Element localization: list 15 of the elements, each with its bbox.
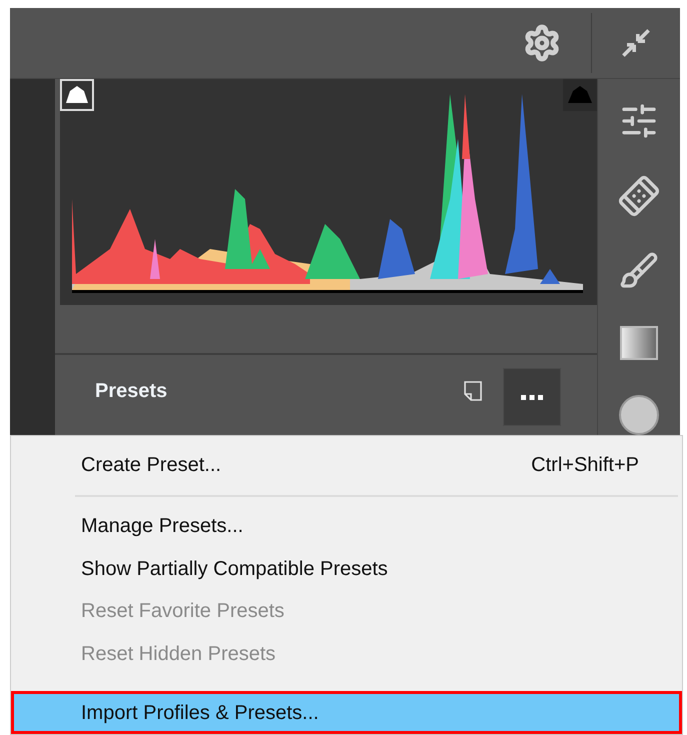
- more-button[interactable]: [503, 368, 561, 426]
- shadow-clipping-icon[interactable]: [60, 79, 94, 111]
- menu-item[interactable]: Show Partially Compatible Presets: [11, 547, 682, 590]
- gradient-icon[interactable]: [619, 325, 659, 361]
- menu-item[interactable]: Create Preset... Ctrl+Shift+P: [11, 444, 682, 487]
- histogram-area: [378, 219, 415, 279]
- menu-item[interactable]: Import Profiles & Presets...: [11, 691, 682, 734]
- more-icon: [521, 394, 543, 400]
- highlight-clipping-icon[interactable]: [563, 79, 597, 111]
- radial-icon[interactable]: [619, 395, 659, 435]
- new-preset-icon[interactable]: [461, 379, 485, 403]
- histogram-area: [540, 269, 560, 284]
- menu-item[interactable]: Manage Presets...: [11, 504, 682, 548]
- panel-title: Presets: [95, 379, 168, 404]
- settings-icon[interactable]: [523, 24, 561, 62]
